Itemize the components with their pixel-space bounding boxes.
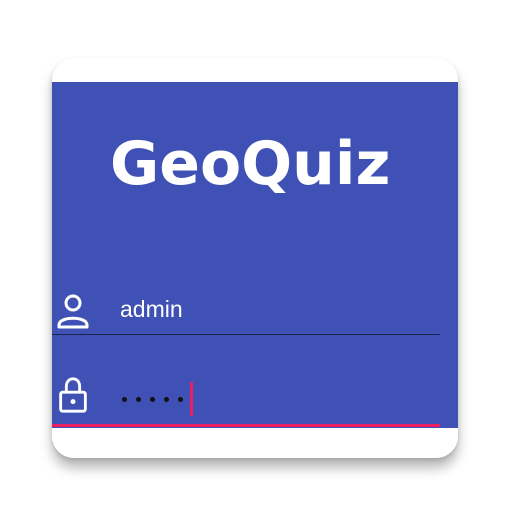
person-icon (57, 294, 89, 329)
app-icon-card: GeoQuiz admin (52, 58, 458, 458)
lock-icon (59, 377, 87, 413)
username-value[interactable]: admin (120, 298, 183, 321)
text-cursor (190, 382, 193, 416)
password-underline-focused (52, 424, 440, 427)
card-bottom (52, 428, 458, 458)
app-title: GeoQuiz (110, 129, 391, 199)
password-dot (136, 396, 141, 402)
password-masked-value[interactable] (122, 382, 193, 416)
password-dot (178, 396, 183, 402)
password-dot (150, 396, 155, 402)
password-dot (122, 396, 127, 402)
password-dot (164, 396, 169, 402)
username-field[interactable]: admin (52, 268, 440, 336)
username-underline (52, 334, 440, 335)
password-field[interactable] (52, 354, 440, 430)
login-panel: GeoQuiz admin (52, 82, 458, 428)
